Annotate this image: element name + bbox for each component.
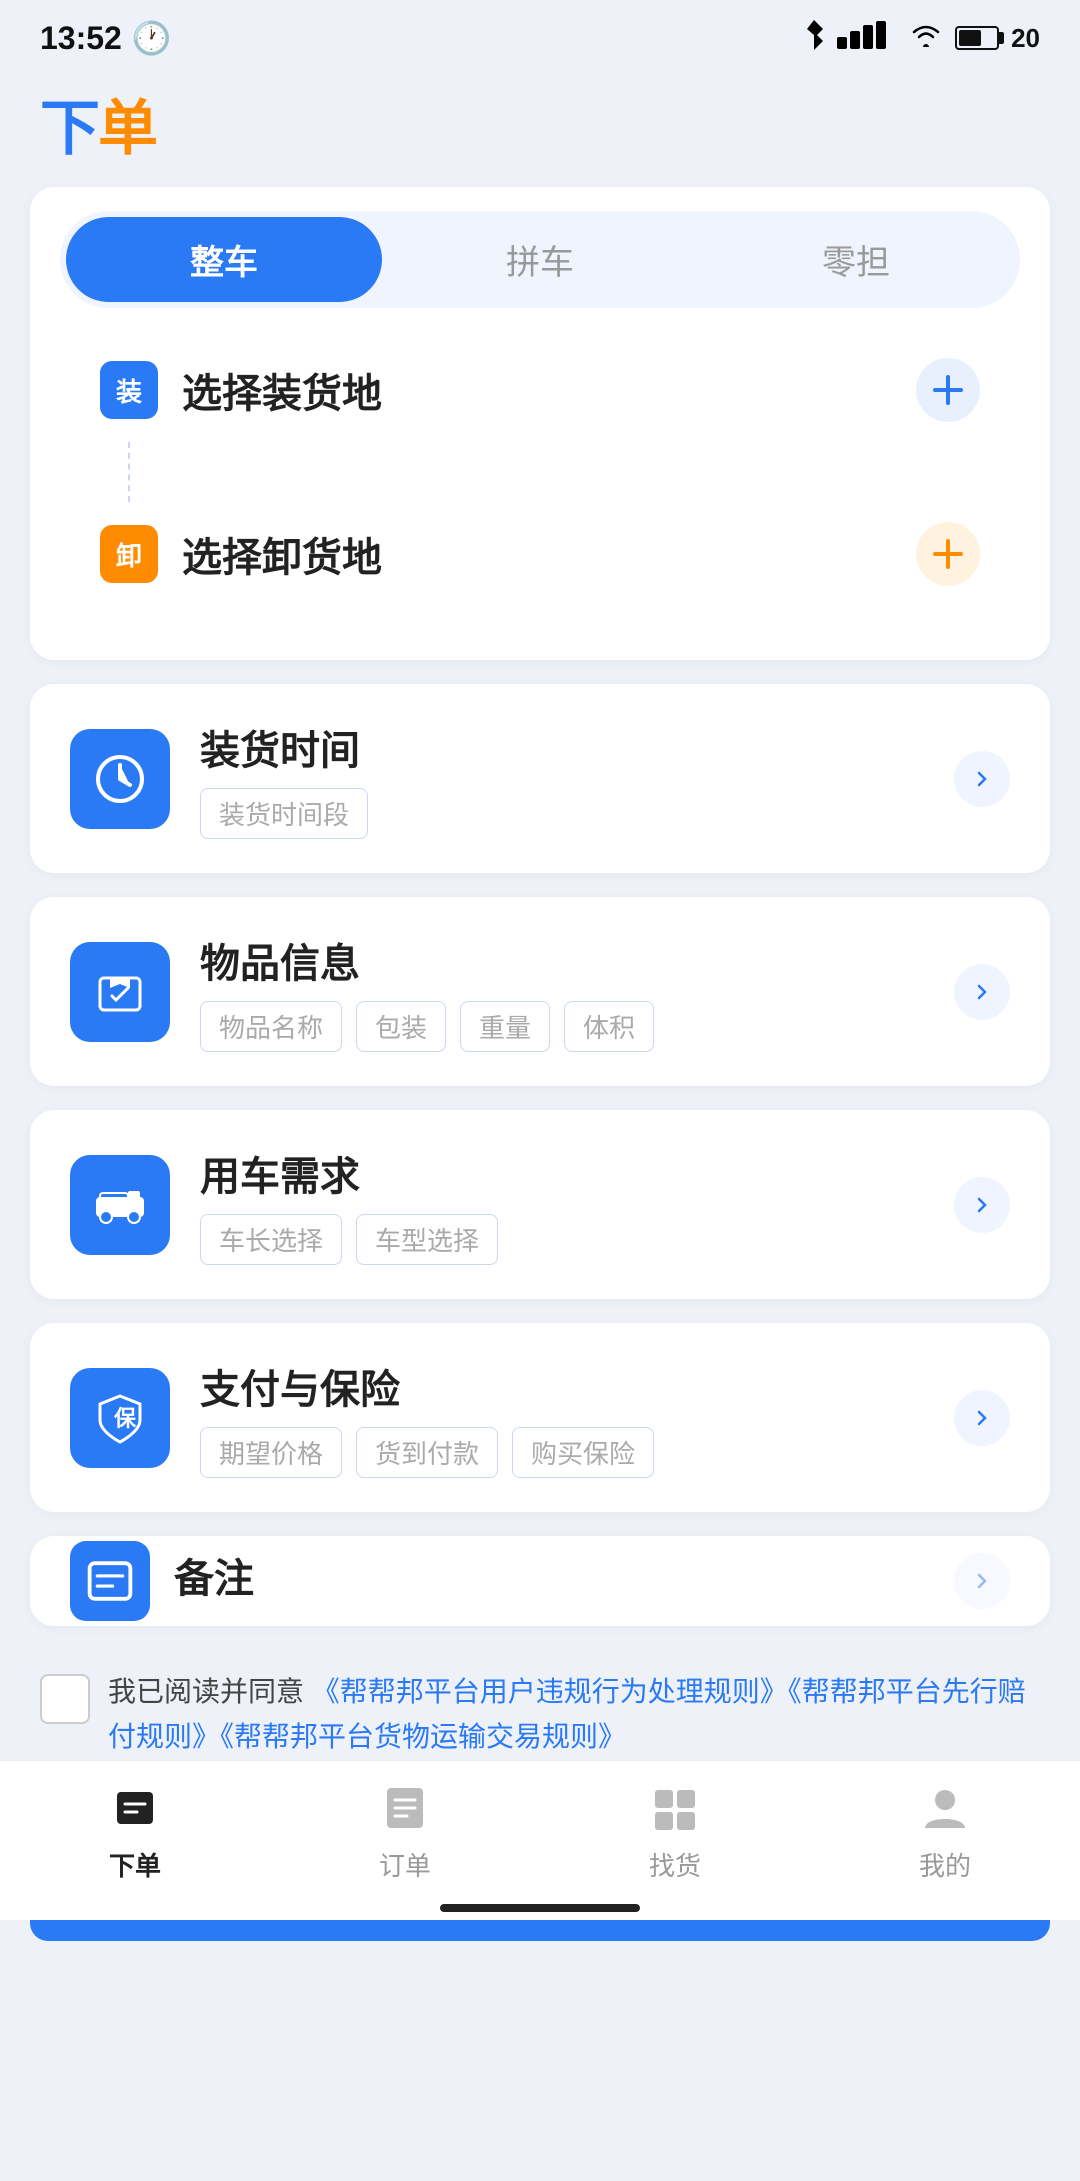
tag-goods-name: 物品名称: [200, 1001, 342, 1052]
remarks-title: 备注: [174, 1546, 954, 1604]
load-badge: 装: [100, 361, 158, 419]
goods-info-arrow: [954, 964, 1010, 1020]
payment-insurance-icon: 保: [70, 1368, 170, 1468]
terms-text: 我已阅读并同意 《帮帮邦平台用户违规行为处理规则》《帮帮邦平台先行赔付规则》《帮…: [108, 1670, 1040, 1760]
unload-location-text: 选择卸货地: [182, 525, 916, 583]
goods-info-tags: 物品名称 包装 重量 体积: [200, 1001, 954, 1052]
payment-insurance-title: 支付与保险: [200, 1357, 954, 1415]
route-dashed-line: [128, 442, 980, 502]
remarks-section[interactable]: 备注: [30, 1536, 1050, 1626]
nav-profile-label: 我的: [919, 1846, 971, 1883]
remarks-arrow: [954, 1553, 1010, 1609]
signal-icon: [837, 21, 897, 56]
vehicle-needs-info: 用车需求 车长选择 车型选择: [200, 1144, 954, 1265]
vehicle-needs-tags: 车长选择 车型选择: [200, 1214, 954, 1265]
svg-text:保: 保: [113, 1406, 137, 1431]
payment-insurance-arrow: [954, 1390, 1010, 1446]
vehicle-needs-arrow: [954, 1177, 1010, 1233]
goods-info-section[interactable]: 物品信息 物品名称 包装 重量 体积: [30, 897, 1050, 1086]
payment-insurance-info: 支付与保险 期望价格 货到付款 购买保险: [200, 1357, 954, 1478]
tab-carpool[interactable]: 拼车: [382, 217, 698, 302]
tag-time-period: 装货时间段: [200, 788, 368, 839]
goods-info-icon: [70, 942, 170, 1042]
add-load-location-button[interactable]: [916, 358, 980, 422]
tag-buy-insurance: 购买保险: [512, 1427, 654, 1478]
vehicle-needs-title: 用车需求: [200, 1144, 954, 1202]
loading-time-title: 装货时间: [200, 718, 954, 776]
time-display: 13:52: [40, 20, 122, 57]
status-bar: 13:52 🕐 20: [0, 0, 1080, 70]
loading-time-icon: [70, 729, 170, 829]
tab-row: 整车 拼车 零担: [60, 211, 1020, 308]
app-header: 下单: [0, 70, 1080, 187]
battery-icon: [955, 26, 999, 50]
payment-insurance-tags: 期望价格 货到付款 购买保险: [200, 1427, 954, 1478]
remarks-info: 备注: [174, 1546, 954, 1616]
unload-location-row[interactable]: 卸 选择卸货地: [100, 502, 980, 606]
remarks-icon: [70, 1541, 150, 1621]
terms-link-1[interactable]: 《帮帮邦平台用户违规行为处理规则》: [312, 1676, 788, 1707]
location-section: 装 选择装货地 卸 选择卸货地: [60, 308, 1020, 636]
load-location-text: 选择装货地: [182, 361, 916, 419]
nav-item-order[interactable]: 下单: [0, 1778, 270, 1883]
wifi-icon: [909, 21, 943, 56]
nav-order-icon: [105, 1778, 165, 1838]
vehicle-needs-icon: [70, 1155, 170, 1255]
add-unload-location-button[interactable]: [916, 522, 980, 586]
nav-item-list[interactable]: 订单: [270, 1778, 540, 1883]
home-indicator: [440, 1904, 640, 1912]
nav-profile-icon: [915, 1778, 975, 1838]
tag-packaging: 包装: [356, 1001, 446, 1052]
vehicle-needs-section[interactable]: 用车需求 车长选择 车型选择: [30, 1110, 1050, 1299]
nav-order-label: 下单: [109, 1846, 161, 1883]
nav-list-icon: [375, 1778, 435, 1838]
tag-vehicle-length: 车长选择: [200, 1214, 342, 1265]
bluetooth-icon: [803, 20, 825, 57]
tab-ltl[interactable]: 零担: [698, 217, 1014, 302]
loading-time-tags: 装货时间段: [200, 788, 954, 839]
status-time: 13:52 🕐: [40, 19, 172, 57]
nav-cargo-icon: [645, 1778, 705, 1838]
tab-whole-vehicle[interactable]: 整车: [66, 217, 382, 302]
terms-link-3[interactable]: 《帮帮邦平台货物运输交易规则》: [220, 1721, 626, 1752]
payment-insurance-section[interactable]: 保 支付与保险 期望价格 货到付款 购买保险: [30, 1323, 1050, 1512]
loading-time-info: 装货时间 装货时间段: [200, 718, 954, 839]
tag-cod: 货到付款: [356, 1427, 498, 1478]
nav-list-label: 订单: [379, 1846, 431, 1883]
nav-cargo-label: 找货: [649, 1846, 701, 1883]
loading-time-section[interactable]: 装货时间 装货时间段: [30, 684, 1050, 873]
goods-info-info: 物品信息 物品名称 包装 重量 体积: [200, 931, 954, 1052]
bottom-nav: 下单 订单 找货 我的: [0, 1760, 1080, 1920]
terms-checkbox[interactable]: [40, 1674, 90, 1724]
tabs-card: 整车 拼车 零担 装 选择装货地 卸 选择卸货地: [30, 187, 1050, 660]
tag-weight: 重量: [460, 1001, 550, 1052]
tag-expected-price: 期望价格: [200, 1427, 342, 1478]
nav-item-cargo[interactable]: 找货: [540, 1778, 810, 1883]
nav-item-profile[interactable]: 我的: [810, 1778, 1080, 1883]
alarm-icon: 🕐: [132, 19, 172, 57]
loading-time-arrow: [954, 751, 1010, 807]
load-location-row[interactable]: 装 选择装货地: [100, 338, 980, 442]
goods-info-title: 物品信息: [200, 931, 954, 989]
tag-vehicle-type: 车型选择: [356, 1214, 498, 1265]
app-title: 下单: [40, 80, 1040, 167]
tag-volume: 体积: [564, 1001, 654, 1052]
battery-level: 20: [1011, 23, 1040, 54]
unload-badge: 卸: [100, 525, 158, 583]
terms-prefix: 我已阅读并同意: [108, 1676, 312, 1707]
status-icons: 20: [803, 20, 1040, 57]
